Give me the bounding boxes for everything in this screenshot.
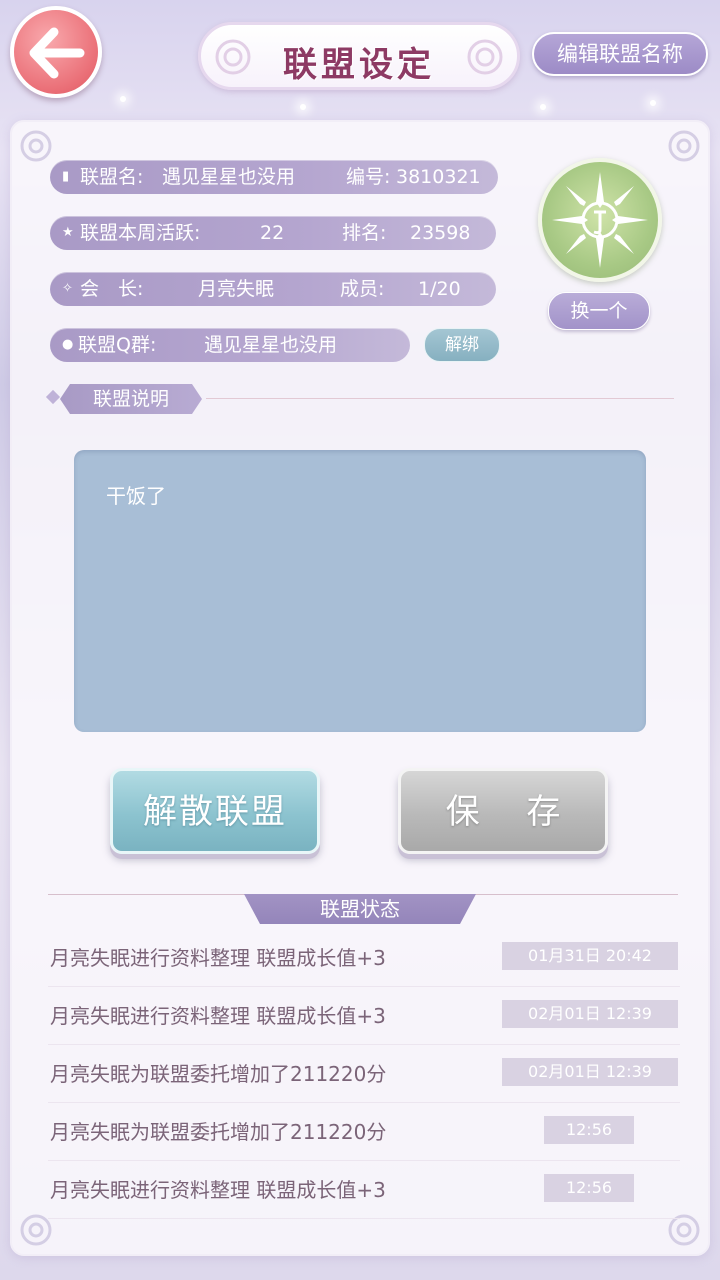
- alliance-id-value: 3810321: [396, 166, 481, 188]
- status-log-text: 月亮失眠为联盟委托增加了211220分: [50, 1062, 387, 1086]
- status-log-time: 02月01日 12:39: [502, 1058, 678, 1086]
- alliance-qgroup-row: ● 联盟Q群: 遇见星星也没用: [50, 328, 410, 362]
- alliance-id-label: 编号:: [346, 166, 391, 188]
- alliance-emblem[interactable]: [538, 158, 662, 282]
- description-textarea[interactable]: 干饭了: [74, 450, 646, 732]
- star-icon: ★: [62, 225, 74, 240]
- members-value: 1/20: [418, 278, 461, 300]
- edit-alliance-name-button[interactable]: 编辑联盟名称: [532, 32, 708, 76]
- status-log-row: 月亮失眠为联盟委托增加了211220分 02月01日 12:39: [48, 1046, 680, 1103]
- status-log-time: 12:56: [544, 1174, 634, 1202]
- status-log-text: 月亮失眠为联盟委托增加了211220分: [50, 1120, 387, 1144]
- sparkle-decoration: [120, 96, 126, 102]
- status-log-time: 01月31日 20:42: [502, 942, 678, 970]
- disband-alliance-button[interactable]: 解散联盟: [110, 768, 320, 854]
- book-icon: ▮: [62, 169, 70, 184]
- back-button[interactable]: [10, 6, 102, 98]
- status-log-row: 月亮失眠为联盟委托增加了211220分 12:56: [48, 1104, 680, 1161]
- back-arrow-icon: [29, 27, 85, 79]
- alliance-name-row: ▮ 联盟名: 遇见星星也没用 编号: 3810321: [50, 160, 498, 194]
- corner-rose-icon: [668, 130, 700, 162]
- section-divider: [206, 398, 674, 399]
- leader-value: 月亮失眠: [198, 278, 275, 300]
- alliance-name-label: 联盟名:: [80, 166, 144, 188]
- sparkle-decoration: [650, 100, 656, 106]
- status-log-text: 月亮失眠进行资料整理 联盟成长值+3: [50, 1004, 386, 1028]
- rank-label: 排名:: [342, 222, 387, 244]
- activity-value: 22: [260, 222, 285, 244]
- alliance-leader-row: ✧ 会 长: 月亮失眠 成员: 1/20: [50, 272, 496, 306]
- alliance-activity-row: ★ 联盟本周活跃: 22 排名: 23598: [50, 216, 496, 250]
- status-log-time: 02月01日 12:39: [502, 1000, 678, 1028]
- sparkle-icon: ✧: [62, 281, 73, 296]
- description-text: 干饭了: [106, 484, 166, 508]
- qgroup-label: 联盟Q群:: [78, 334, 157, 356]
- qgroup-value: 遇见星星也没用: [204, 334, 338, 356]
- sparkle-decoration: [540, 104, 546, 110]
- status-log-row: 月亮失眠进行资料整理 联盟成长值+3 01月31日 20:42: [48, 930, 680, 987]
- status-log-text: 月亮失眠进行资料整理 联盟成长值+3: [50, 946, 386, 970]
- status-section-label: 联盟状态: [244, 894, 476, 924]
- unbind-qgroup-button[interactable]: 解绑: [424, 328, 500, 362]
- status-log-row: 月亮失眠进行资料整理 联盟成长值+3 12:56: [48, 1162, 680, 1219]
- save-button[interactable]: 保 存: [398, 768, 608, 854]
- leader-label: 会 长:: [80, 278, 144, 300]
- description-section-label: 联盟说明: [60, 384, 202, 414]
- rank-value: 23598: [410, 222, 471, 244]
- activity-label: 联盟本周活跃:: [80, 222, 201, 244]
- members-label: 成员:: [340, 278, 385, 300]
- status-log-row: 月亮失眠进行资料整理 联盟成长值+3 02月01日 12:39: [48, 988, 680, 1045]
- swap-emblem-button[interactable]: 换一个: [548, 292, 650, 330]
- alliance-name-value: 遇见星星也没用: [162, 166, 296, 188]
- penguin-icon: ●: [62, 337, 74, 352]
- alliance-emblem-icon: [552, 172, 648, 268]
- page-title-plate: 联盟设定: [198, 22, 520, 90]
- sparkle-decoration: [300, 104, 306, 110]
- page-title: 联盟设定: [283, 45, 435, 85]
- status-log-text: 月亮失眠进行资料整理 联盟成长值+3: [50, 1178, 386, 1202]
- status-log-time: 12:56: [544, 1116, 634, 1144]
